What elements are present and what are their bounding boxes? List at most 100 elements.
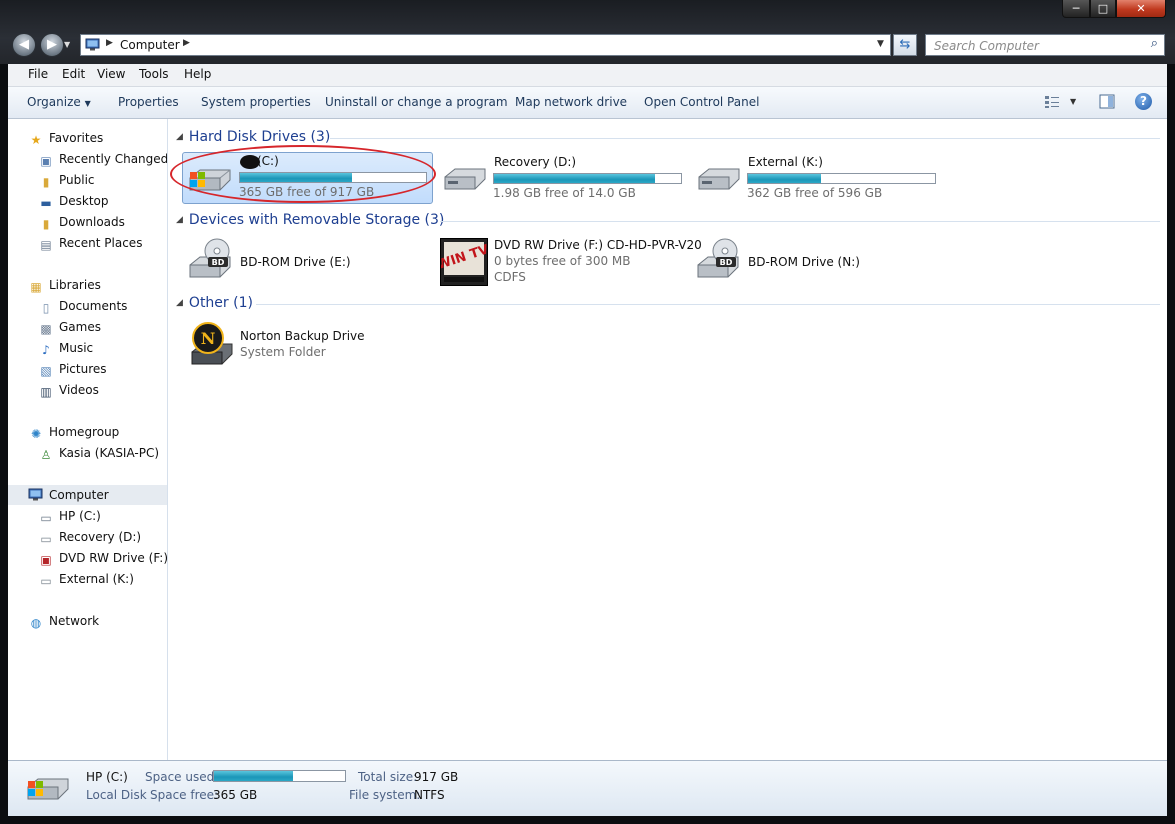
minimize-button[interactable]: ─: [1062, 0, 1090, 18]
total-size-value: 917 GB: [414, 770, 459, 784]
search-input[interactable]: [932, 37, 1142, 55]
nav-favorites[interactable]: ★ Favorites: [28, 131, 104, 147]
menu-edit[interactable]: Edit: [62, 67, 85, 81]
norton-drive-icon: N: [186, 320, 236, 371]
forward-arrow-icon: ▶: [47, 37, 57, 52]
drive-d-usage-fill: [494, 174, 655, 183]
view-options-icon[interactable]: [1044, 95, 1060, 109]
bd-rom-drive-icon: BD: [694, 237, 742, 286]
computer-icon: [85, 38, 101, 51]
nav-dvd-f[interactable]: ▣ DVD RW Drive (F:) C: [38, 551, 167, 567]
recent-pages-chevron-icon[interactable]: ▼: [64, 40, 70, 49]
collapse-triangle-icon: ◢: [176, 132, 183, 142]
nav-music[interactable]: ♪ Music: [38, 341, 93, 357]
group-divider: [440, 221, 1160, 222]
nav-public[interactable]: ▮ Public: [38, 173, 95, 189]
forward-button[interactable]: ▶: [40, 33, 64, 57]
space-free-value: 365 GB: [213, 788, 258, 802]
drive-tile-k[interactable]: External (K:) 362 GB free of 596 GB: [692, 152, 942, 202]
details-usage-bar: [213, 770, 346, 782]
organize-chevron-icon: ▼: [84, 99, 91, 108]
nav-games[interactable]: ▩ Games: [38, 320, 101, 336]
nav-external-k[interactable]: ▭ External (K:): [38, 572, 134, 588]
uninstall-button[interactable]: Uninstall or change a program: [325, 95, 508, 109]
drive-d-usage-bar: [493, 173, 682, 184]
menu-view[interactable]: View: [97, 67, 125, 81]
details-usage-fill: [214, 771, 293, 781]
folder-icon: ▮: [42, 175, 50, 189]
nav-recent-places[interactable]: ▤ Recent Places: [38, 236, 142, 252]
search-box[interactable]: ⌕: [925, 34, 1165, 56]
properties-button[interactable]: Properties: [118, 95, 179, 109]
maximize-button[interactable]: □: [1090, 0, 1116, 18]
nav-homegroup[interactable]: ✺ Homegroup: [28, 425, 119, 441]
menu-help[interactable]: Help: [184, 67, 211, 81]
drive-d-free: 1.98 GB free of 14.0 GB: [493, 186, 636, 200]
nav-libraries[interactable]: ▦ Libraries: [28, 278, 101, 294]
nav-desktop[interactable]: ▬ Desktop: [38, 194, 109, 210]
breadcrumb-chevron-icon[interactable]: ▶: [183, 38, 190, 48]
nav-downloads-label: Downloads: [59, 215, 125, 229]
help-icon[interactable]: ?: [1135, 93, 1152, 110]
total-size-label: Total size:: [358, 770, 418, 784]
breadcrumb-computer[interactable]: Computer: [120, 38, 180, 52]
user-icon: ♙: [40, 448, 52, 462]
nav-computer[interactable]: Computer: [28, 488, 109, 502]
nav-hp-c[interactable]: ▭ HP (C:): [38, 509, 101, 525]
drive-tile-e[interactable]: BD BD-ROM Drive (E:): [184, 235, 434, 287]
command-bar: Organize ▼ Properties System properties …: [8, 87, 1167, 119]
bd-badge-n: BD: [720, 258, 733, 267]
wintv-icon: ▣: [40, 553, 52, 567]
open-control-panel-button[interactable]: Open Control Panel: [644, 95, 759, 109]
nav-kasia[interactable]: ♙ Kasia (KASIA-PC): [38, 446, 159, 462]
wintv-icon: WIN TV: [435, 238, 491, 286]
address-bar[interactable]: ▶ Computer ▶ ▼: [80, 34, 891, 56]
back-button[interactable]: ◀: [12, 33, 36, 57]
close-button[interactable]: ✕: [1116, 0, 1166, 18]
back-arrow-icon: ◀: [19, 37, 29, 52]
group-other[interactable]: ◢ Other (1): [176, 295, 253, 311]
nav-pictures[interactable]: ▧ Pictures: [38, 362, 106, 378]
group-hard-disk-drives[interactable]: ◢ Hard Disk Drives (3): [176, 129, 330, 145]
system-properties-button[interactable]: System properties: [201, 95, 311, 109]
nav-downloads[interactable]: ▮ Downloads: [38, 215, 125, 231]
drive-tile-f[interactable]: WIN TV DVD RW Drive (F:) CD-HD-PVR-V20 0…: [435, 235, 708, 287]
content-pane: ◢ Hard Disk Drives (3) (C:) 365 GB free o…: [168, 119, 1167, 760]
nav-recently-changed[interactable]: ▣ Recently Changed: [38, 152, 167, 168]
nav-public-label: Public: [59, 173, 95, 187]
preview-pane-icon[interactable]: [1099, 94, 1115, 109]
menu-bar: File Edit View Tools Help: [8, 64, 1167, 87]
drive-tile-d[interactable]: Recovery (D:) 1.98 GB free of 14.0 GB: [438, 152, 688, 202]
organize-label: Organize: [27, 95, 81, 109]
refresh-icon: ⇆: [899, 37, 911, 52]
search-icon[interactable]: ⌕: [1151, 36, 1158, 51]
map-network-drive-button[interactable]: Map network drive: [515, 95, 627, 109]
star-icon: ★: [30, 133, 42, 147]
norton-backup-tile[interactable]: N Norton Backup Drive System Folder: [184, 318, 434, 370]
view-dropdown-icon[interactable]: ▼: [1070, 97, 1076, 106]
details-pane: HP (C:) Local Disk Space used: Space fre…: [8, 760, 1167, 817]
nav-videos[interactable]: ▥ Videos: [38, 383, 99, 399]
recent-places-icon: ▤: [40, 238, 52, 252]
nav-documents[interactable]: ▯ Documents: [38, 299, 128, 315]
menu-file[interactable]: File: [28, 67, 48, 81]
collapse-triangle-icon: ◢: [176, 215, 183, 225]
address-dropdown-icon[interactable]: ▼: [877, 39, 884, 49]
nav-network[interactable]: ◍ Network: [28, 614, 99, 630]
breadcrumb-separator-icon[interactable]: ▶: [106, 38, 113, 48]
nav-desktop-label: Desktop: [59, 194, 109, 208]
collapse-triangle-icon: ◢: [176, 298, 183, 308]
group-removable-storage[interactable]: ◢ Devices with Removable Storage (3): [176, 212, 444, 228]
desktop-icon: ▬: [40, 196, 52, 210]
nav-music-label: Music: [59, 341, 94, 355]
drive-f-free: 0 bytes free of 300 MB: [494, 254, 631, 268]
menu-tools[interactable]: Tools: [139, 67, 169, 81]
games-icon: ▩: [40, 322, 52, 336]
nav-recovery-d[interactable]: ▭ Recovery (D:): [38, 530, 141, 546]
drive-tile-n[interactable]: BD BD-ROM Drive (N:): [692, 235, 942, 287]
details-type: Local Disk: [86, 788, 147, 802]
navigation-pane: ★ Favorites ▣ Recently Changed ▮ Public ▬ De…: [8, 119, 168, 760]
nav-favorites-label: Favorites: [49, 131, 104, 145]
organize-button[interactable]: Organize ▼: [27, 95, 91, 109]
refresh-button[interactable]: ⇆: [893, 34, 917, 56]
